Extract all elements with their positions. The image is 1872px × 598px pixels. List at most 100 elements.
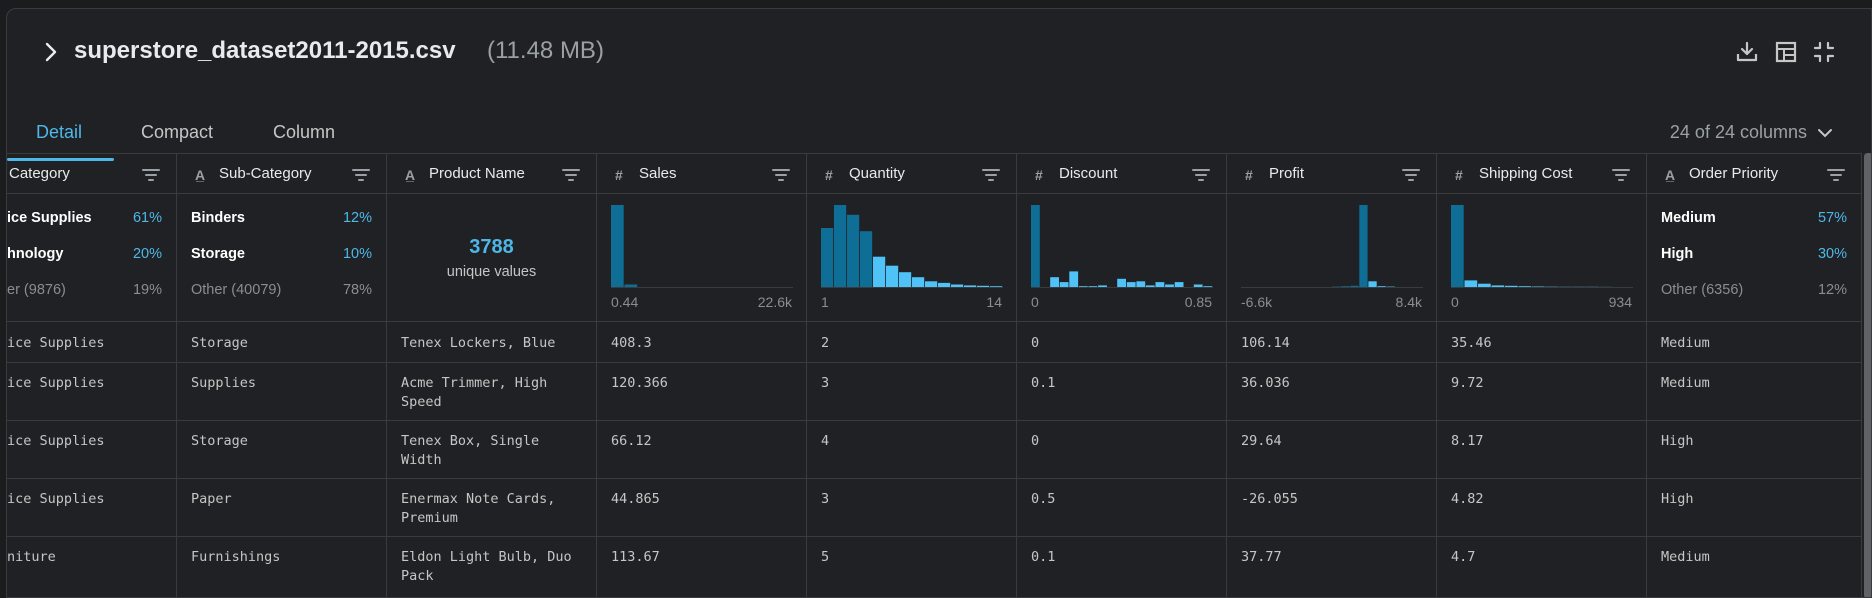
histogram-bar[interactable] bbox=[1359, 205, 1368, 287]
sort-icon[interactable] bbox=[1827, 168, 1845, 182]
table-cell[interactable]: ice Supplies bbox=[7, 432, 166, 451]
table-cell[interactable]: Storage bbox=[191, 334, 376, 353]
table-cell[interactable]: Medium bbox=[1661, 374, 1851, 393]
histogram-bar[interactable] bbox=[1165, 284, 1174, 288]
histogram-bar[interactable] bbox=[1126, 282, 1136, 287]
column-name[interactable]: Profit bbox=[1269, 165, 1304, 182]
histogram-bar[interactable] bbox=[1368, 281, 1377, 287]
table-cell[interactable]: 0 bbox=[1031, 432, 1216, 451]
histogram-bar[interactable] bbox=[938, 282, 951, 287]
histogram-bar[interactable] bbox=[886, 265, 899, 287]
sort-icon[interactable] bbox=[142, 168, 160, 182]
table-cell[interactable]: 35.46 bbox=[1451, 334, 1636, 353]
table-cell[interactable]: ice Supplies bbox=[7, 334, 166, 353]
table-cell[interactable]: 2 bbox=[821, 334, 1006, 353]
histogram-bar[interactable] bbox=[1031, 205, 1040, 287]
sort-icon[interactable] bbox=[352, 168, 370, 182]
histogram-bar[interactable] bbox=[624, 284, 638, 288]
histogram-bar[interactable] bbox=[1145, 285, 1155, 287]
table-cell[interactable]: Acme Trimmer, High Speed bbox=[401, 374, 586, 412]
table-cell[interactable]: 5 bbox=[821, 548, 1006, 567]
histogram-bar[interactable] bbox=[1174, 282, 1184, 287]
table-cell[interactable]: 37.77 bbox=[1241, 548, 1426, 567]
table-cell[interactable]: Paper bbox=[191, 490, 376, 509]
histogram-bar[interactable] bbox=[611, 205, 624, 287]
table-cell[interactable]: -26.055 bbox=[1241, 490, 1426, 509]
histogram-bar[interactable] bbox=[1518, 286, 1532, 287]
sort-icon[interactable] bbox=[1612, 168, 1630, 182]
histogram-bar[interactable] bbox=[1350, 285, 1359, 287]
sort-icon[interactable] bbox=[562, 168, 580, 182]
table-cell[interactable]: Tenex Box, Single Width bbox=[401, 432, 586, 470]
histogram-bar[interactable] bbox=[1193, 284, 1203, 288]
table-cell[interactable]: 8.17 bbox=[1451, 432, 1636, 451]
table-cell[interactable]: 0.5 bbox=[1031, 490, 1216, 509]
table-cell[interactable]: 3 bbox=[821, 490, 1006, 509]
table-cell[interactable]: 106.14 bbox=[1241, 334, 1426, 353]
histogram-bar[interactable] bbox=[1117, 278, 1126, 287]
column-name[interactable]: Discount bbox=[1059, 165, 1117, 182]
histogram-bar[interactable] bbox=[1532, 286, 1545, 288]
table-cell[interactable]: 0.1 bbox=[1031, 374, 1216, 393]
table-cell[interactable]: 4 bbox=[821, 432, 1006, 451]
column-name[interactable]: Order Priority bbox=[1689, 165, 1778, 182]
table-cell[interactable]: 0 bbox=[1031, 334, 1216, 353]
table-cell[interactable]: Enermax Note Cards, Premium bbox=[401, 490, 586, 528]
histogram-bar[interactable] bbox=[977, 285, 990, 287]
column-name[interactable]: Quantity bbox=[849, 165, 905, 182]
histogram-bar[interactable] bbox=[1341, 286, 1350, 287]
histogram-bar[interactable] bbox=[899, 272, 912, 287]
table-cell[interactable]: 3 bbox=[821, 374, 1006, 393]
vertical-scrollbar[interactable] bbox=[1864, 153, 1871, 597]
table-cell[interactable]: 113.67 bbox=[611, 548, 796, 567]
histogram-bar[interactable] bbox=[847, 214, 860, 287]
table-cell[interactable]: Medium bbox=[1661, 334, 1851, 353]
column-name[interactable]: Product Name bbox=[429, 165, 525, 182]
table-cell[interactable]: Tenex Lockers, Blue bbox=[401, 334, 586, 353]
table-cell[interactable]: 0.1 bbox=[1031, 548, 1216, 567]
histogram-bar[interactable] bbox=[951, 284, 964, 288]
download-icon[interactable] bbox=[1734, 39, 1760, 65]
histogram-bar[interactable] bbox=[912, 277, 925, 287]
table-cell[interactable]: ice Supplies bbox=[7, 374, 166, 393]
table-cell[interactable]: 66.12 bbox=[611, 432, 796, 451]
histogram-bar[interactable] bbox=[1069, 271, 1079, 287]
histogram-bar[interactable] bbox=[1377, 286, 1386, 287]
histogram-bar[interactable] bbox=[1098, 285, 1107, 287]
histogram-bar[interactable] bbox=[860, 231, 873, 287]
table-cell[interactable]: 4.7 bbox=[1451, 548, 1636, 567]
histogram-bar[interactable] bbox=[1088, 286, 1098, 287]
histogram-bar[interactable] bbox=[1464, 280, 1478, 287]
histogram-bar[interactable] bbox=[925, 281, 938, 287]
histogram-bar[interactable] bbox=[1451, 205, 1464, 287]
table-cell[interactable]: Supplies bbox=[191, 374, 376, 393]
collapse-icon[interactable] bbox=[1811, 39, 1837, 65]
histogram-bar[interactable] bbox=[1050, 277, 1059, 287]
sort-icon[interactable] bbox=[1402, 168, 1420, 182]
column-name[interactable]: Shipping Cost bbox=[1479, 165, 1572, 182]
column-name[interactable]: Sales bbox=[639, 165, 677, 182]
histogram-bar[interactable] bbox=[1203, 286, 1213, 287]
histogram-bar[interactable] bbox=[964, 285, 977, 287]
table-cell[interactable]: Storage bbox=[191, 432, 376, 451]
histogram-bar[interactable] bbox=[1059, 282, 1069, 287]
table-cell[interactable]: High bbox=[1661, 490, 1851, 509]
table-cell[interactable]: 4.82 bbox=[1451, 490, 1636, 509]
histogram-bar[interactable] bbox=[821, 228, 834, 287]
histogram-bar[interactable] bbox=[1491, 285, 1505, 287]
table-icon[interactable] bbox=[1773, 39, 1799, 65]
histogram-bar[interactable] bbox=[1155, 282, 1165, 287]
sort-icon[interactable] bbox=[1192, 168, 1210, 182]
table-cell[interactable]: 408.3 bbox=[611, 334, 796, 353]
table-cell[interactable]: 44.865 bbox=[611, 490, 796, 509]
table-cell[interactable]: Medium bbox=[1661, 548, 1851, 567]
sort-icon[interactable] bbox=[982, 168, 1000, 182]
table-cell[interactable]: High bbox=[1661, 432, 1851, 451]
table-cell[interactable]: 9.72 bbox=[1451, 374, 1636, 393]
histogram-bar[interactable] bbox=[1478, 283, 1491, 287]
column-name[interactable]: Sub-Category bbox=[219, 165, 312, 182]
histogram-bar[interactable] bbox=[1505, 285, 1518, 287]
table-cell[interactable]: ice Supplies bbox=[7, 490, 166, 509]
histogram-bar[interactable] bbox=[873, 256, 886, 287]
chevron-right-icon[interactable] bbox=[41, 39, 61, 65]
